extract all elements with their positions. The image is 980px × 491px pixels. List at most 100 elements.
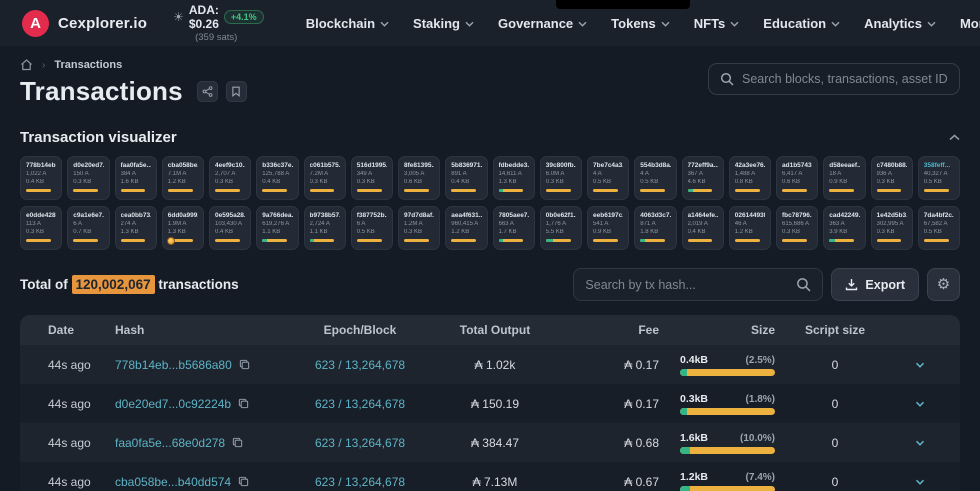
table-settings-button[interactable]: ⚙ — [927, 268, 960, 301]
tx-card-37[interactable]: cad42249...363 A3.9 KB — [823, 206, 865, 250]
tx-hash-link[interactable]: d0e20ed7...0c92224b — [115, 397, 231, 411]
tx-card-38[interactable]: 1e42d5b3...302,995 A0.3 KB — [871, 206, 913, 250]
size-bar — [680, 369, 775, 376]
tx-card-7[interactable]: 516d1995...349 A0.3 KB — [351, 156, 393, 200]
global-search-input[interactable] — [742, 72, 948, 86]
tx-card-4[interactable]: 4eef9c10...2,707 A0.3 KB — [209, 156, 251, 200]
tx-card-10[interactable]: fdbedde3...14,611 A1.3 KB — [493, 156, 535, 200]
nav-item-more[interactable]: More — [960, 16, 980, 31]
tx-card-size: 0.4 KB — [262, 179, 292, 185]
tx-card-15[interactable]: 42a3ee76...1,488 A0.8 KB — [729, 156, 771, 200]
bookmark-button[interactable] — [226, 81, 247, 102]
tx-card-5[interactable]: b336c37e...125,788 A0.4 KB — [256, 156, 298, 200]
search-icon — [796, 277, 811, 292]
ada-price-widget[interactable]: ☀ ADA: $0.26 +4.1% (359 sats) — [173, 3, 264, 43]
nav-item-governance[interactable]: Governance — [498, 16, 587, 31]
cexplorer-logo[interactable]: A Cexplorer.io — [22, 10, 147, 37]
nav-item-blockchain[interactable]: Blockchain — [306, 16, 389, 31]
tx-card-25[interactable]: 9a766dea...619,276 A1.1 KB — [256, 206, 298, 250]
tx-card-32[interactable]: eeb6197c...541 A0.9 KB — [587, 206, 629, 250]
cell-epoch-block[interactable]: 623 / 13,264,678 — [300, 358, 420, 372]
tx-card-amount: 113 A — [26, 221, 56, 227]
copy-icon[interactable] — [238, 398, 249, 409]
tx-card-size-bar — [877, 189, 902, 192]
tx-card-23[interactable]: 6dd0a999...1.9M A1.3 KB — [162, 206, 204, 250]
column-header-total-output: Total Output — [420, 323, 570, 337]
home-icon[interactable] — [20, 59, 33, 71]
tx-card-9[interactable]: 5b836971...891 A0.4 KB — [445, 156, 487, 200]
copy-icon[interactable] — [238, 476, 249, 487]
tx-card-size: 0.4 KB — [688, 229, 718, 235]
tx-card-33[interactable]: 4063d3c7...871 A1.8 KB — [634, 206, 676, 250]
tx-card-17[interactable]: d58eeaef...18 A0.9 KB — [823, 156, 865, 200]
tx-card-27[interactable]: f387752b...6 A0.5 KB — [351, 206, 393, 250]
tx-card-0[interactable]: 778b14eb...1,022 A0.4 KB — [20, 156, 62, 200]
tx-card-size-bar — [168, 189, 193, 192]
token-coin-icon — [167, 237, 175, 245]
tx-card-16[interactable]: ad1b5743...6,417 A0.6 KB — [776, 156, 818, 200]
tx-card-hash: c9a1e6e7... — [73, 212, 103, 219]
tx-card-18[interactable]: c7480b88...936 A0.3 KB — [871, 156, 913, 200]
tx-card-26[interactable]: b9738b57...2,724 A1.1 KB — [304, 206, 346, 250]
tx-card-21[interactable]: c9a1e6e7...6 A0.7 KB — [67, 206, 109, 250]
tx-card-13[interactable]: 554b3d8a...4 A0.5 KB — [634, 156, 676, 200]
tx-hash-link[interactable]: cba058be...b40dd574 — [115, 475, 231, 489]
tx-hash-search-input[interactable] — [585, 278, 796, 292]
tx-card-hash: faa0fa5e... — [121, 162, 151, 169]
tx-card-8[interactable]: 8fe81395...3,005 A0.6 KB — [398, 156, 440, 200]
tx-card-size-bar — [215, 189, 240, 192]
tx-card-19[interactable]: 358feff...40,327 A0.5 KB — [918, 156, 960, 200]
tx-card-11[interactable]: 39c800fb...6.0M A0.3 KB — [540, 156, 582, 200]
tx-card-34[interactable]: a1464efe...2,019 A0.4 KB — [682, 206, 724, 250]
copy-icon[interactable] — [232, 437, 243, 448]
tx-card-31[interactable]: 0b0e62f1...1,776 A5.5 KB — [540, 206, 582, 250]
tx-card-36[interactable]: fbc78796...615,686 A0.3 KB — [776, 206, 818, 250]
tx-card-39[interactable]: 7da4bf2c...67,582 A0.5 KB — [918, 206, 960, 250]
tx-card-2[interactable]: faa0fa5e...384 A1.6 KB — [115, 156, 157, 200]
expand-row-chevron-icon[interactable] — [880, 362, 960, 368]
tx-card-29[interactable]: aea4f631...960,415 A1.2 KB — [445, 206, 487, 250]
tx-hash-link[interactable]: 778b14eb...b5686a80 — [115, 358, 232, 372]
tx-card-6[interactable]: c061b575...7.2M A0.3 KB — [304, 156, 346, 200]
tx-card-14[interactable]: 772eff9a...367 A4.6 KB — [682, 156, 724, 200]
tx-card-24[interactable]: 0e595a28...103,430 A0.4 KB — [209, 206, 251, 250]
tx-card-hash: b336c37e... — [262, 162, 292, 169]
expand-row-chevron-icon[interactable] — [880, 479, 960, 485]
copy-icon[interactable] — [239, 359, 250, 370]
tx-card-28[interactable]: 97d7d8af...1.2M A0.3 KB — [398, 206, 440, 250]
nav-item-education[interactable]: Education — [763, 16, 840, 31]
tx-card-hash: 778b14eb... — [26, 162, 56, 169]
tx-card-20[interactable]: e0dde428...113 A0.3 KB — [20, 206, 62, 250]
tx-card-size-bar — [404, 239, 429, 242]
tx-hash-link[interactable]: faa0fa5e...68e0d278 — [115, 436, 225, 450]
cell-epoch-block[interactable]: 623 / 13,264,678 — [300, 397, 420, 411]
cell-epoch-block[interactable]: 623 / 13,264,678 — [300, 475, 420, 489]
expand-row-chevron-icon[interactable] — [880, 440, 960, 446]
column-header-date: Date — [20, 323, 115, 337]
nav-item-staking[interactable]: Staking — [413, 16, 474, 31]
tx-card-size: 0.3 KB — [215, 179, 245, 185]
tx-card-30[interactable]: 7805aee7...663 A1.7 KB — [493, 206, 535, 250]
tx-card-3[interactable]: cba058be...7.1M A1.2 KB — [162, 156, 204, 200]
global-search[interactable] — [708, 63, 960, 95]
expand-row-chevron-icon[interactable] — [880, 401, 960, 407]
collapse-chevron-icon[interactable] — [949, 134, 960, 141]
tx-card-12[interactable]: 7be7c4a3...4 A0.5 KB — [587, 156, 629, 200]
nav-item-tokens[interactable]: Tokens — [611, 16, 670, 31]
size-kb: 0.4kB — [680, 354, 708, 366]
nav-item-analytics[interactable]: Analytics — [864, 16, 936, 31]
cell-epoch-block[interactable]: 623 / 13,264,678 — [300, 436, 420, 450]
export-button[interactable]: Export — [831, 268, 919, 301]
tx-card-size: 0.3 KB — [73, 179, 103, 185]
tx-card-1[interactable]: d0e20ed7...150 A0.3 KB — [67, 156, 109, 200]
tx-card-size-bar — [26, 189, 51, 192]
size-percent: (10.0%) — [740, 433, 775, 444]
cell-fee: ₳ 0.67 — [570, 475, 675, 489]
tx-card-size: 0.3 KB — [26, 229, 56, 235]
tx-card-amount: 615,686 A — [782, 221, 812, 227]
tx-card-35[interactable]: 02614493f...46 A1.2 KB — [729, 206, 771, 250]
nav-item-nfts[interactable]: NFTs — [694, 16, 740, 31]
share-button[interactable] — [197, 81, 218, 102]
tx-hash-search[interactable] — [573, 268, 823, 301]
tx-card-22[interactable]: cea0bb73...274 A1.3 KB — [115, 206, 157, 250]
